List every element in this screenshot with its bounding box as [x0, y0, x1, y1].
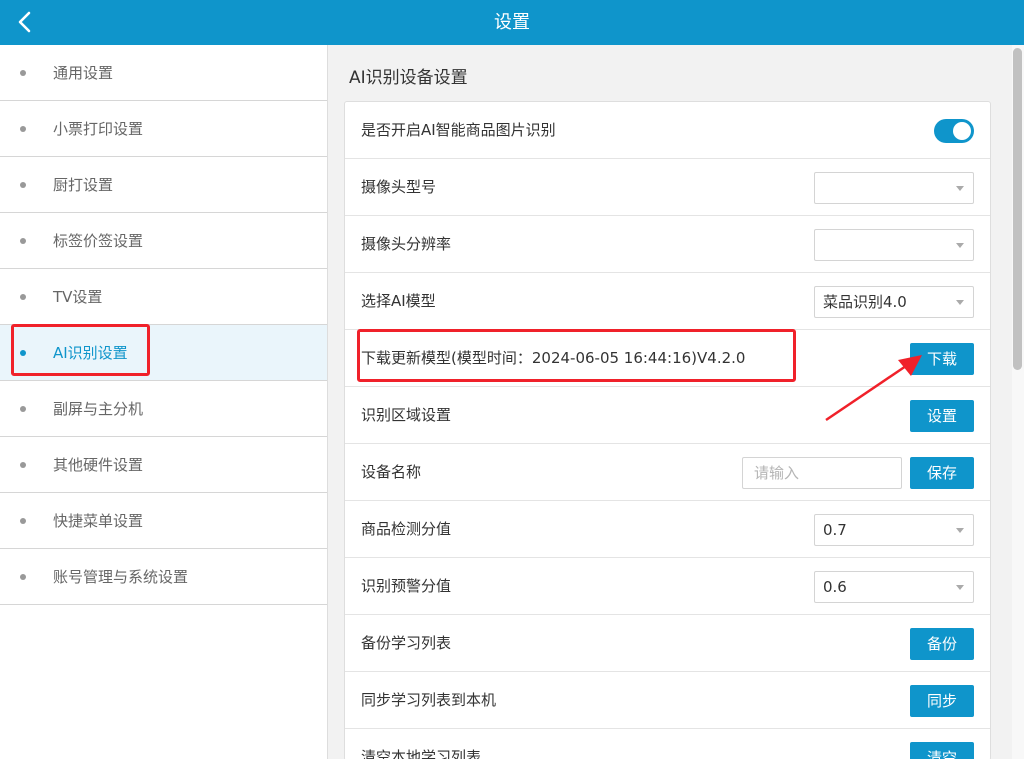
sidebar-item-label: 账号管理与系统设置 [53, 568, 189, 586]
setting-label: 选择AI模型 [361, 292, 436, 310]
setting-row-device-name: 设备名称 保存 [345, 444, 990, 501]
caret-down-icon [956, 585, 964, 590]
setting-label: 识别预警分值 [361, 577, 452, 595]
sidebar-item-label: 小票打印设置 [53, 120, 144, 138]
setting-label: 摄像头分辨率 [361, 235, 452, 253]
ai-recognition-toggle[interactable] [934, 119, 974, 143]
bullet-icon [20, 461, 26, 468]
sidebar-item-shortcut-menu[interactable]: 快捷菜单设置 [0, 493, 327, 549]
setting-row-clear-list: 清空本地学习列表 清空 [345, 729, 990, 759]
clear-button[interactable]: 清空 [910, 742, 974, 759]
setting-row-detection-score: 商品检测分值 0.7 [345, 501, 990, 558]
sidebar-item-label-price-tag[interactable]: 标签价签设置 [0, 213, 327, 269]
caret-down-icon [956, 186, 964, 191]
setting-row-sync-list: 同步学习列表到本机 同步 [345, 672, 990, 729]
setting-label: 清空本地学习列表 [361, 748, 482, 759]
bullet-icon [20, 125, 26, 132]
caret-down-icon [956, 528, 964, 533]
sidebar-item-general[interactable]: 通用设置 [0, 45, 327, 101]
ai-model-select[interactable]: 菜品识别4.0 [814, 286, 974, 318]
setting-row-ai-model: 选择AI模型 菜品识别4.0 [345, 273, 990, 330]
bullet-icon [20, 517, 26, 524]
setting-row-warning-score: 识别预警分值 0.6 [345, 558, 990, 615]
setting-label: 下载更新模型(模型时间：2024-06-05 16:44:16)V4.2.0 [361, 349, 746, 367]
sidebar-item-receipt-print[interactable]: 小票打印设置 [0, 101, 327, 157]
warning-score-select[interactable]: 0.6 [814, 571, 974, 603]
sidebar-item-ai-recognition[interactable]: AI识别设置 [0, 325, 327, 381]
bullet-icon [20, 405, 26, 412]
sidebar-item-label: AI识别设置 [53, 344, 128, 362]
sidebar-item-label: 标签价签设置 [53, 232, 144, 250]
camera-model-select[interactable] [814, 172, 974, 204]
sidebar-item-other-hardware[interactable]: 其他硬件设置 [0, 437, 327, 493]
download-button[interactable]: 下载 [910, 343, 974, 375]
select-value: 0.7 [823, 521, 847, 539]
detection-score-select[interactable]: 0.7 [814, 514, 974, 546]
page-title: 设置 [494, 12, 530, 33]
setting-label: 设备名称 [361, 463, 422, 481]
setting-row-ai-enable: 是否开启AI智能商品图片识别 [345, 102, 990, 159]
setting-row-camera-resolution: 摄像头分辨率 [345, 216, 990, 273]
setting-label: 摄像头型号 [361, 178, 437, 196]
device-name-input[interactable] [742, 457, 902, 489]
sidebar-item-label: 其他硬件设置 [53, 456, 144, 474]
scrollbar-thumb[interactable] [1013, 48, 1022, 370]
sidebar-item-label: 副屏与主分机 [53, 400, 144, 418]
sidebar-item-tv[interactable]: TV设置 [0, 269, 327, 325]
setting-label: 备份学习列表 [361, 634, 452, 652]
select-value: 0.6 [823, 578, 847, 596]
bullet-icon [20, 237, 26, 244]
bullet-icon [20, 349, 26, 356]
area-settings-button[interactable]: 设置 [910, 400, 974, 432]
bullet-icon [20, 573, 26, 580]
sidebar-item-label: 通用设置 [53, 64, 114, 82]
main-content: AI识别设备设置 是否开启AI智能商品图片识别 摄像头型号 摄像头分辨率 选择A… [329, 45, 1012, 759]
bullet-icon [20, 69, 26, 76]
sidebar-item-account-system[interactable]: 账号管理与系统设置 [0, 549, 327, 605]
caret-down-icon [956, 243, 964, 248]
scrollbar[interactable] [1012, 45, 1024, 759]
sidebar-item-label: 快捷菜单设置 [53, 512, 144, 530]
sync-button[interactable]: 同步 [910, 685, 974, 717]
bullet-icon [20, 181, 26, 188]
setting-label: 是否开启AI智能商品图片识别 [361, 121, 556, 139]
settings-panel: 是否开启AI智能商品图片识别 摄像头型号 摄像头分辨率 选择AI模型 菜品识别4… [344, 101, 991, 759]
sidebar-item-kitchen-print[interactable]: 厨打设置 [0, 157, 327, 213]
setting-row-download-model: 下载更新模型(模型时间：2024-06-05 16:44:16)V4.2.0 下… [345, 330, 990, 387]
setting-label: 识别区域设置 [361, 406, 452, 424]
select-value: 菜品识别4.0 [823, 293, 907, 311]
sidebar-item-secondary-screen[interactable]: 副屏与主分机 [0, 381, 327, 437]
sidebar: 通用设置 小票打印设置 厨打设置 标签价签设置 TV设置 AI识别设置 副屏与主… [0, 45, 328, 759]
bullet-icon [20, 293, 26, 300]
sidebar-item-label: 厨打设置 [53, 176, 114, 194]
title-bar: 设置 [0, 0, 1024, 45]
section-title: AI识别设备设置 [349, 68, 468, 88]
setting-label: 商品检测分值 [361, 520, 452, 538]
sidebar-item-label: TV设置 [53, 288, 103, 306]
setting-row-recognition-area: 识别区域设置 设置 [345, 387, 990, 444]
setting-row-camera-model: 摄像头型号 [345, 159, 990, 216]
toggle-knob [953, 122, 971, 140]
setting-label: 同步学习列表到本机 [361, 691, 497, 709]
caret-down-icon [956, 300, 964, 305]
setting-row-backup-list: 备份学习列表 备份 [345, 615, 990, 672]
camera-resolution-select[interactable] [814, 229, 974, 261]
backup-button[interactable]: 备份 [910, 628, 974, 660]
save-button[interactable]: 保存 [910, 457, 974, 489]
